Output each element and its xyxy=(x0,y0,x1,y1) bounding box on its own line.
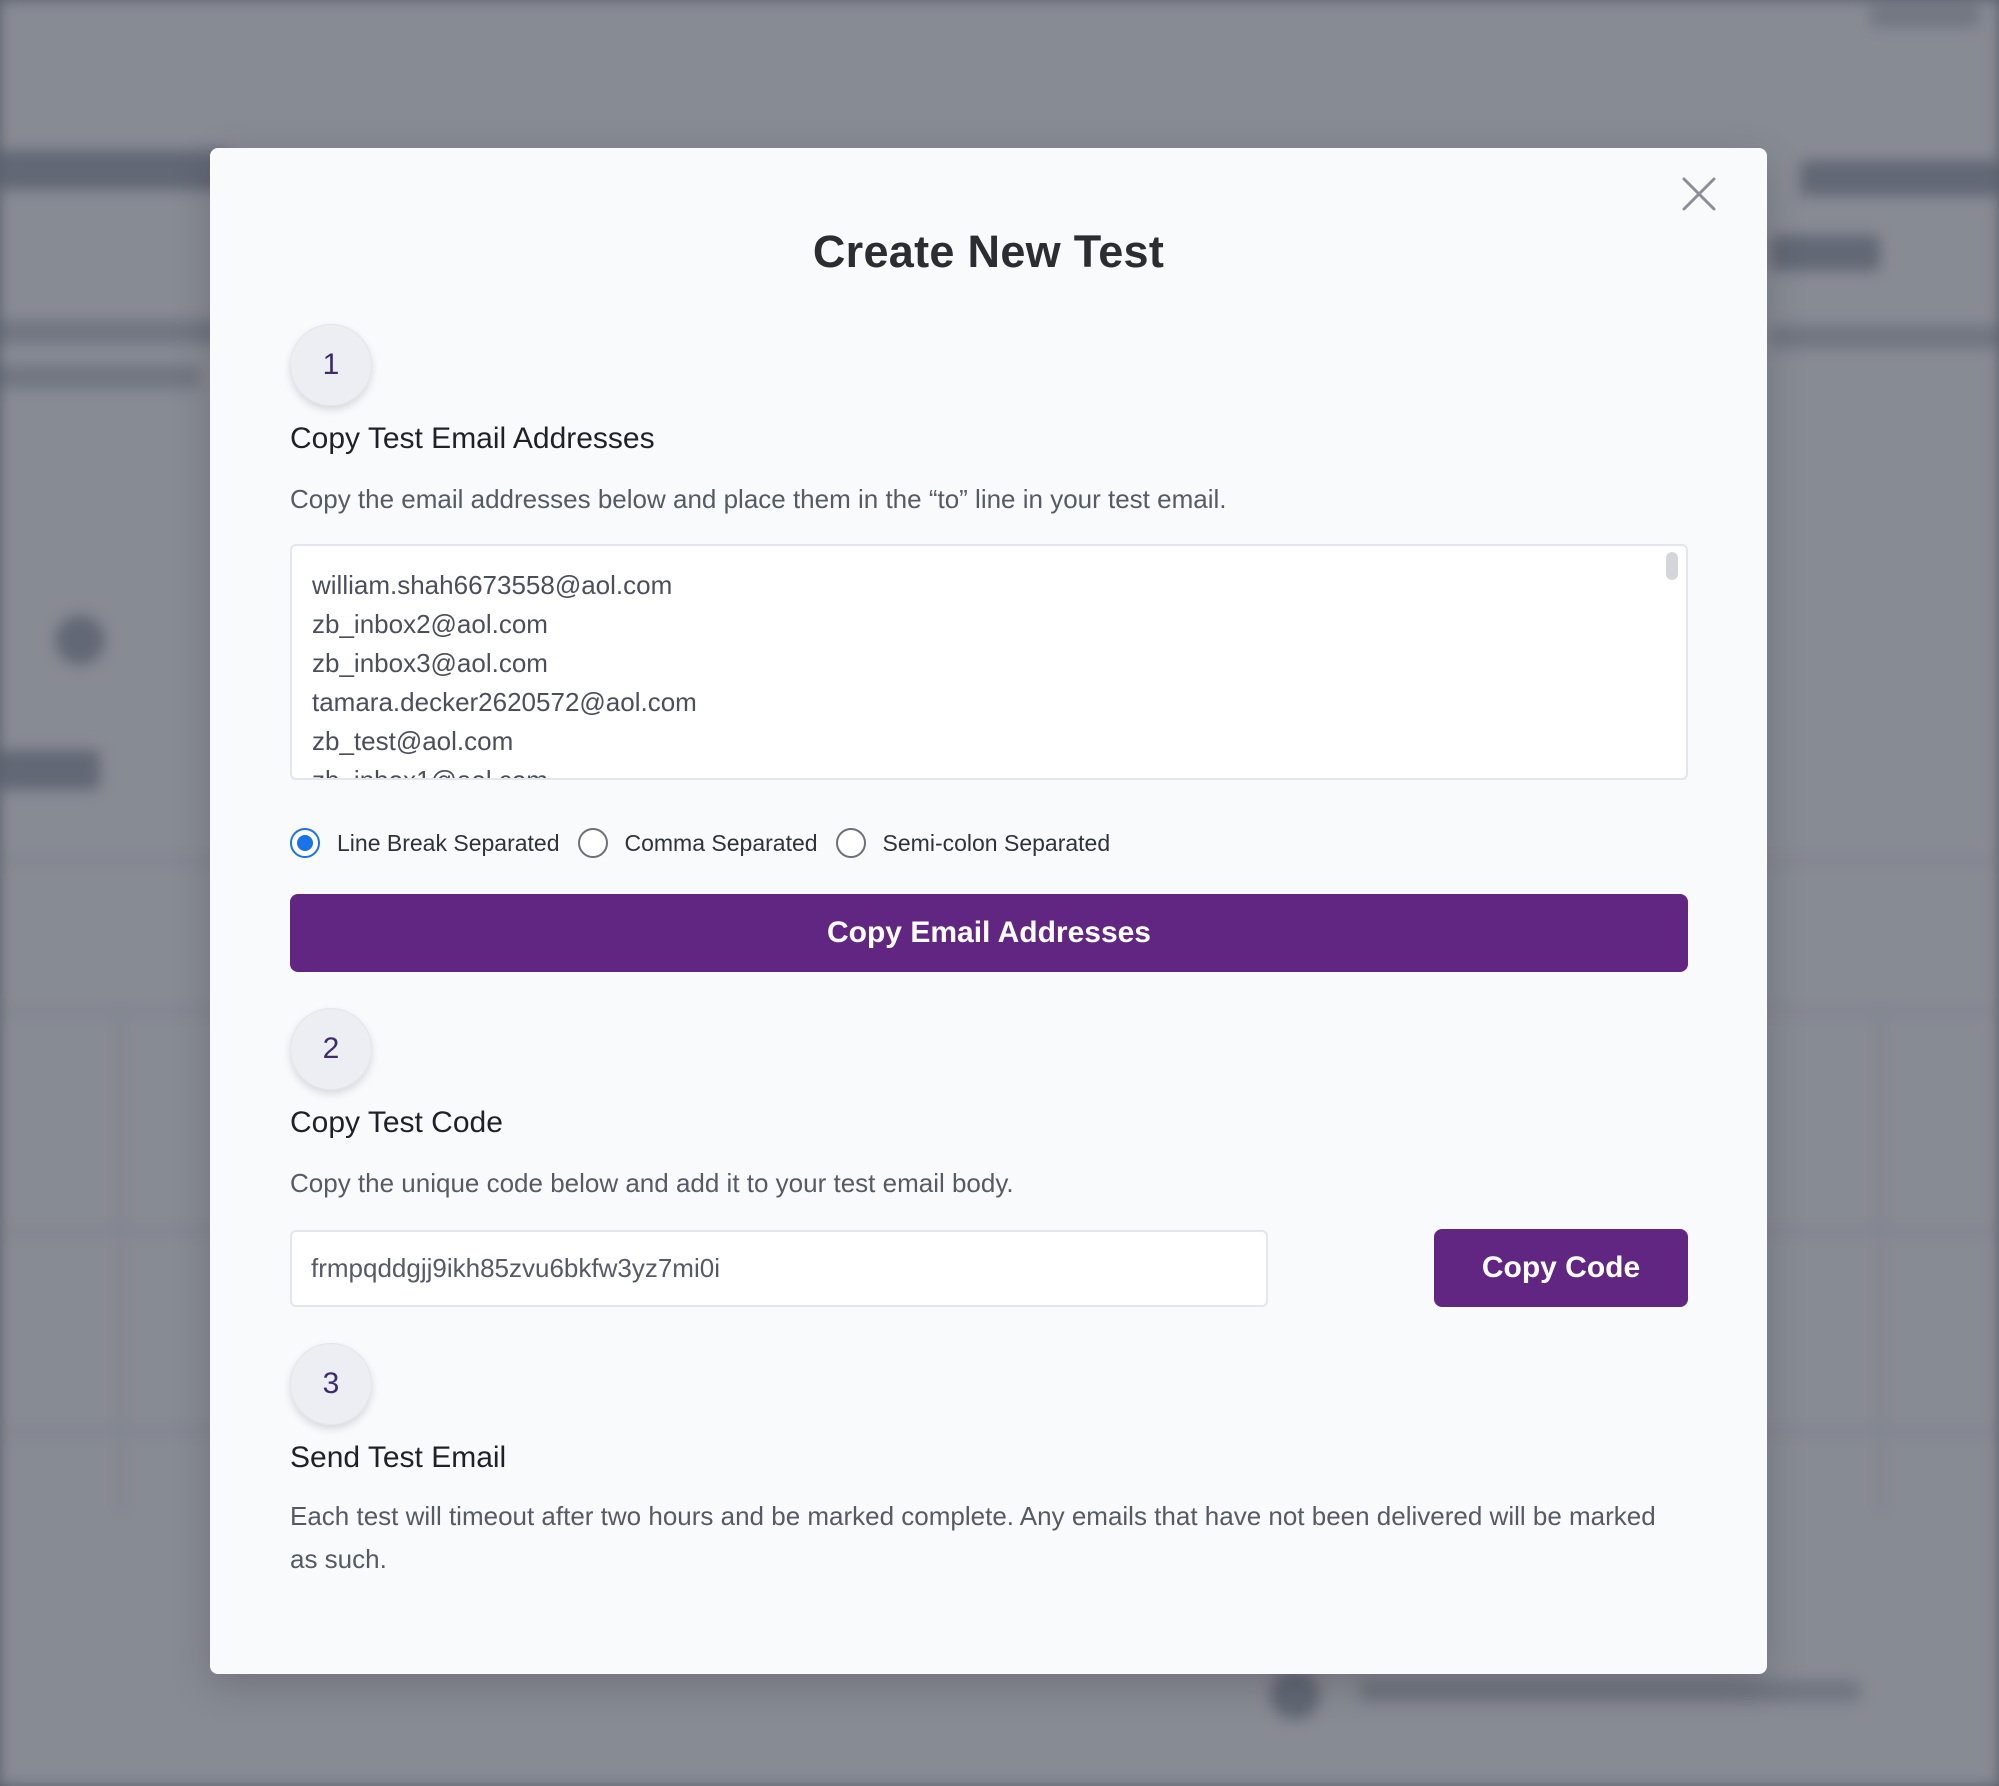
test-code-input[interactable] xyxy=(290,1229,1268,1307)
step-2-section: 2 Copy Test Code Copy the unique code be… xyxy=(290,1008,1688,1307)
close-icon xyxy=(1682,177,1716,211)
radio-label: Line Break Separated xyxy=(337,829,560,856)
radio-semicolon[interactable]: Semi-colon Separated xyxy=(835,828,1111,858)
modal-title: Create New Test xyxy=(812,226,1165,277)
email-address-line: zb_inbox2@aol.com xyxy=(312,609,548,639)
radio-button[interactable] xyxy=(577,828,608,858)
create-test-modal: Create New Test 1 Copy Test Email Addres… xyxy=(210,148,1767,1674)
radio-button[interactable] xyxy=(835,828,866,858)
close-button[interactable] xyxy=(1677,172,1721,216)
copy-email-addresses-button[interactable]: Copy Email Addresses xyxy=(290,894,1688,972)
email-address-line: zb_inbox3@aol.com xyxy=(312,648,548,678)
separator-radio-group: Line Break Separated Comma Separated Sem… xyxy=(290,826,1688,860)
step-number-badge: 1 xyxy=(290,324,372,406)
email-addresses-textarea[interactable]: william.shah6673558@aol.com zb_inbox2@ao… xyxy=(290,544,1688,780)
email-address-line: zb_inbox1@aol.com xyxy=(312,765,548,780)
radio-label: Comma Separated xyxy=(624,829,818,856)
radio-comma[interactable]: Comma Separated xyxy=(577,828,818,858)
textarea-scrollbar[interactable] xyxy=(1666,552,1678,580)
step-number-badge: 3 xyxy=(290,1343,372,1425)
email-address-line: william.shah6673558@aol.com xyxy=(312,570,673,600)
step-title: Send Test Email xyxy=(290,1441,507,1474)
email-address-line: zb_test@aol.com xyxy=(312,726,514,756)
modal-content: 1 Copy Test Email Addresses Copy the ema… xyxy=(290,324,1688,1581)
step-description: Copy the unique code below and add it to… xyxy=(290,1168,1014,1198)
copy-code-button[interactable]: Copy Code xyxy=(1434,1229,1688,1307)
step-description: Each test will timeout after two hours a… xyxy=(290,1501,1656,1574)
radio-line-break[interactable]: Line Break Separated xyxy=(290,828,560,858)
step-title: Copy Test Email Addresses xyxy=(290,422,655,455)
radio-button-selected[interactable] xyxy=(290,828,320,858)
code-row: Copy Code xyxy=(290,1229,1688,1307)
email-address-line: tamara.decker2620572@aol.com xyxy=(312,687,697,717)
step-1-section: 1 Copy Test Email Addresses Copy the ema… xyxy=(290,324,1688,972)
step-title: Copy Test Code xyxy=(290,1106,503,1139)
step-3-section: 3 Send Test Email Each test will timeout… xyxy=(290,1343,1688,1581)
step-description: Copy the email addresses below and place… xyxy=(290,484,1227,514)
step-number-badge: 2 xyxy=(290,1008,372,1090)
radio-label: Semi-colon Separated xyxy=(882,829,1111,856)
